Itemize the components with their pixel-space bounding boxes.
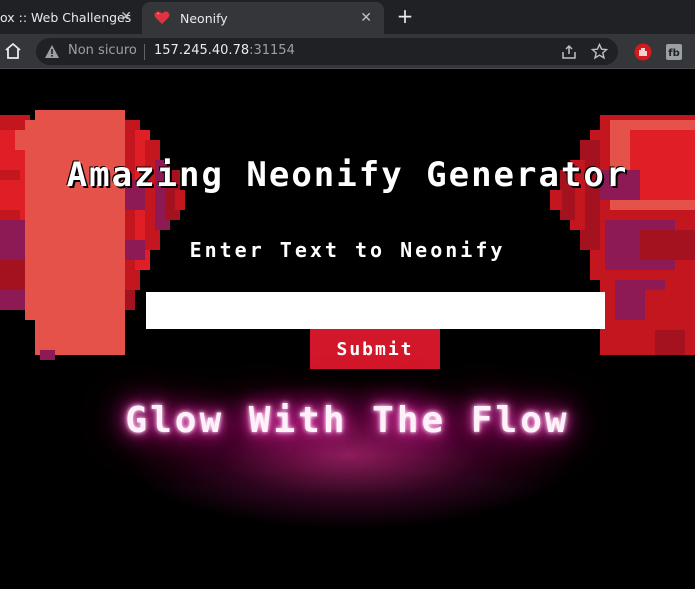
close-icon[interactable]: ✕: [360, 11, 372, 25]
heart-favicon-icon: [154, 11, 170, 24]
separator: [144, 44, 145, 60]
share-icon[interactable]: [561, 44, 577, 60]
url-host: 157.245.40.78: [154, 43, 250, 58]
ublock-icon[interactable]: [634, 43, 652, 61]
star-icon[interactable]: [591, 43, 608, 60]
tab-web-challenges[interactable]: ox :: Web Challenges ✕: [0, 0, 140, 34]
security-label: Non sicuro: [68, 43, 137, 58]
home-icon[interactable]: [3, 41, 23, 61]
neon-output-text: Glow With The Flow: [125, 400, 570, 441]
tab-strip: ox :: Web Challenges ✕ Neonify ✕ +: [0, 0, 695, 34]
tab-title: Neonify: [180, 10, 228, 26]
url-text: 157.245.40.78:31154: [154, 43, 295, 58]
neon-text-input[interactable]: [146, 292, 605, 329]
extension-icon[interactable]: fb: [665, 43, 683, 61]
page-subtitle: Enter Text to Neonify: [189, 238, 506, 262]
svg-text:fb: fb: [668, 48, 680, 59]
tab-title: ox :: Web Challenges: [0, 9, 132, 25]
page-content: Amazing Neonify Generator Enter Text to …: [0, 70, 695, 589]
browser-toolbar: Non sicuro 157.245.40.78:31154 fb: [0, 34, 695, 69]
url-port: :31154: [249, 43, 295, 58]
new-tab-button[interactable]: +: [394, 5, 416, 27]
warning-icon[interactable]: [44, 44, 60, 59]
address-bar[interactable]: Non sicuro 157.245.40.78:31154: [36, 38, 618, 65]
page-title: Amazing Neonify Generator: [66, 155, 629, 195]
close-icon[interactable]: ✕: [120, 10, 132, 24]
tab-neonify[interactable]: Neonify ✕: [142, 2, 384, 34]
submit-button[interactable]: Submit: [310, 329, 440, 369]
